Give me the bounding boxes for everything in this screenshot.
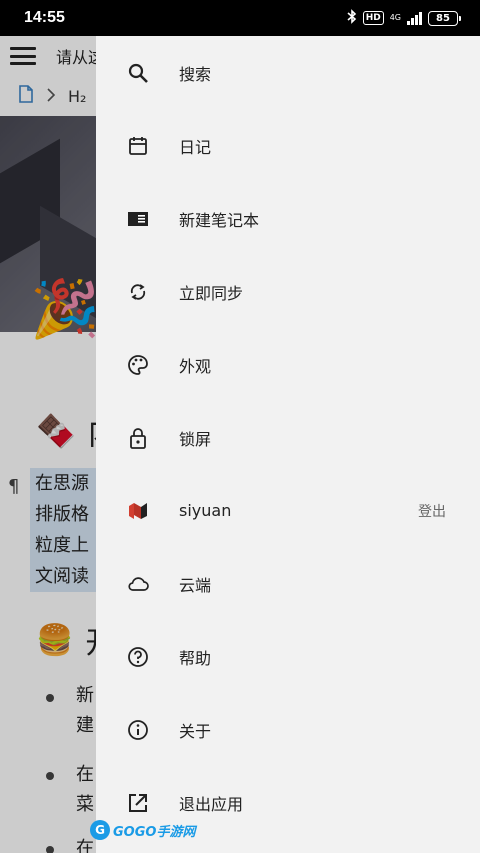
- cloud-icon: [127, 573, 149, 595]
- watermark: G GOGO手游网: [90, 820, 195, 840]
- menu-item-label: 搜索: [179, 64, 212, 84]
- menu-item-lock-screen[interactable]: 锁屏: [96, 401, 480, 474]
- menu-item-label: 新建笔记本: [179, 210, 260, 230]
- menu-item-label: 关于: [179, 721, 212, 741]
- menu-item-cloud[interactable]: 云端: [96, 547, 480, 620]
- help-icon: [127, 646, 149, 668]
- notebook-icon: [127, 208, 149, 230]
- exit-icon: [127, 792, 149, 814]
- battery-icon: 85: [428, 10, 461, 26]
- account-name: siyuan: [179, 501, 232, 520]
- menu-item-diary[interactable]: 日记: [96, 109, 480, 182]
- menu-item-new-notebook[interactable]: 新建笔记本: [96, 182, 480, 255]
- status-time: 14:55: [24, 9, 65, 26]
- status-bar: 14:55 HD 4G 85: [0, 0, 480, 36]
- menu-item-about[interactable]: 关于: [96, 693, 480, 766]
- bluetooth-icon: [347, 9, 357, 27]
- side-drawer: 搜索 日记 新建笔记本 立即同步 外观 锁屏 siyuan 登出 云端 帮助 关…: [96, 36, 480, 853]
- menu-item-label: 帮助: [179, 648, 212, 668]
- lock-icon: [127, 427, 149, 449]
- calendar-icon: [127, 135, 149, 157]
- menu-item-sync[interactable]: 立即同步: [96, 255, 480, 328]
- menu-item-account[interactable]: siyuan 登出: [96, 474, 480, 547]
- menu-item-label: 云端: [179, 575, 212, 595]
- menu-item-search[interactable]: 搜索: [96, 36, 480, 109]
- logout-button[interactable]: 登出: [418, 501, 446, 521]
- menu-item-label: 立即同步: [179, 283, 244, 303]
- siyuan-logo-icon: [127, 500, 149, 522]
- watermark-logo-icon: G: [90, 820, 110, 840]
- hd-badge: HD: [362, 11, 384, 25]
- palette-icon: [127, 354, 149, 376]
- search-icon: [127, 62, 149, 84]
- menu-item-label: 日记: [179, 137, 212, 157]
- sync-icon: [127, 281, 149, 303]
- watermark-text: GOGO手游网: [113, 824, 196, 840]
- menu-item-label: 锁屏: [179, 429, 212, 449]
- battery-level: 85: [436, 12, 450, 24]
- menu-item-label: 退出应用: [179, 794, 244, 814]
- menu-item-appearance[interactable]: 外观: [96, 328, 480, 401]
- status-icons: HD 4G 85: [347, 9, 461, 27]
- menu-item-help[interactable]: 帮助: [96, 620, 480, 693]
- menu-item-label: 外观: [179, 356, 212, 376]
- info-icon: [127, 719, 149, 741]
- network-type: 4G: [389, 13, 401, 22]
- signal-icon: [407, 11, 422, 25]
